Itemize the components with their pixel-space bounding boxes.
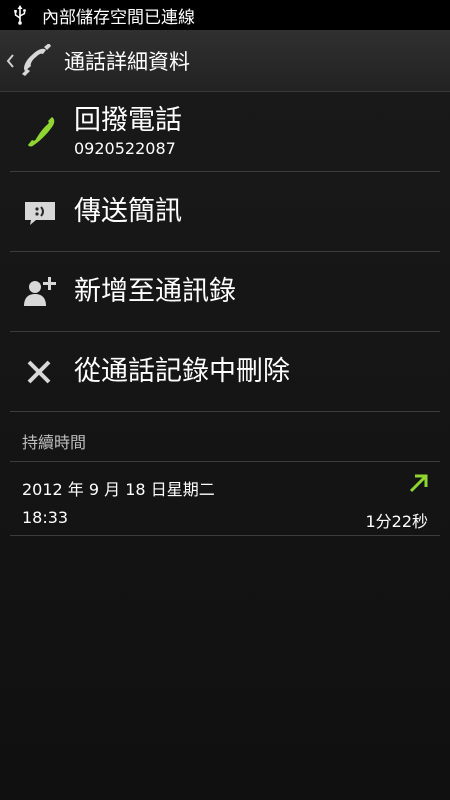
- action-list: 回撥電話 0920522087 傳送簡訊 新增至通訊錄 從通話記錄中刪除: [10, 92, 440, 412]
- chevron-left-icon: [6, 53, 14, 68]
- status-bar: 內部儲存空間已連線: [0, 0, 450, 30]
- send-message-label: 傳送簡訊: [74, 195, 182, 227]
- send-message-button[interactable]: 傳送簡訊: [10, 172, 440, 252]
- add-contact-icon: [24, 276, 56, 306]
- call-details-screen: 內部儲存空間已連線 通話詳細資料 回撥電話 0920522087 傳送簡訊 新增…: [0, 0, 450, 800]
- close-icon: [27, 360, 51, 383]
- action-bar-up-button[interactable]: 通話詳細資料: [0, 30, 450, 92]
- delete-from-call-log-label: 從通話記錄中刪除: [74, 355, 290, 387]
- phone-icon: [28, 116, 55, 146]
- call-log-entry: 2012 年 9 月 18 日星期二 18:33 1分22秒: [10, 462, 440, 536]
- section-header-duration: 持續時間: [10, 412, 440, 462]
- add-to-contacts-button[interactable]: 新增至通訊錄: [10, 252, 440, 332]
- call-time: 18:33: [22, 508, 69, 527]
- call-back-label: 回撥電話: [74, 105, 182, 136]
- phone-number: 0920522087: [74, 139, 176, 158]
- usb-icon: [14, 5, 26, 25]
- delete-from-call-log-button[interactable]: 從通話記錄中刪除: [10, 332, 440, 412]
- status-notification-text: 內部儲存空間已連線: [42, 7, 195, 28]
- add-to-contacts-label: 新增至通訊錄: [74, 275, 236, 307]
- outgoing-call-icon: [409, 474, 428, 493]
- call-back-button[interactable]: 回撥電話 0920522087: [10, 92, 440, 172]
- page-title: 通話詳細資料: [64, 49, 190, 74]
- phone-icon: [22, 43, 51, 76]
- call-date: 2012 年 9 月 18 日星期二: [22, 480, 215, 499]
- message-icon: [25, 201, 55, 225]
- call-duration: 1分22秒: [365, 512, 428, 531]
